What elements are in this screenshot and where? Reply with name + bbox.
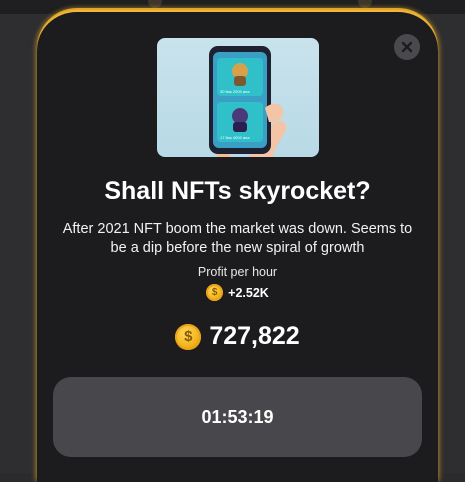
close-icon <box>401 41 413 53</box>
timer-text: 01:53:19 <box>201 406 274 427</box>
hero-image: 30 flas 2000 ana 17 flas 4000 ana <box>157 38 319 157</box>
background-icon <box>148 0 162 8</box>
profit-per-hour-label: Profit per hour <box>197 265 278 279</box>
modal-title: Shall NFTs skyrocket? <box>104 177 371 205</box>
hero-card-caption: 30 flas 2000 ana <box>220 89 250 94</box>
phone-illustration: 30 flas 2000 ana 17 flas 4000 ana <box>209 46 287 157</box>
hero-card-caption: 17 flas 4000 ana <box>220 135 250 140</box>
background-icon <box>358 0 372 8</box>
task-modal: 30 flas 2000 ana 17 flas 4000 ana Shall … <box>37 10 438 482</box>
coin-icon: $ <box>206 284 224 301</box>
cooldown-timer-button[interactable]: 01:53:19 <box>53 377 422 457</box>
profit-per-hour: $ +2.52K <box>37 284 438 301</box>
coin-icon: $ <box>175 323 202 350</box>
profit-per-hour-value: +2.52K <box>228 285 269 300</box>
balance-value: 727,822 <box>209 322 300 350</box>
balance: $ 727,822 <box>37 322 438 351</box>
modal-description: After 2021 NFT boom the market was down.… <box>62 221 413 256</box>
close-button[interactable] <box>394 34 420 60</box>
